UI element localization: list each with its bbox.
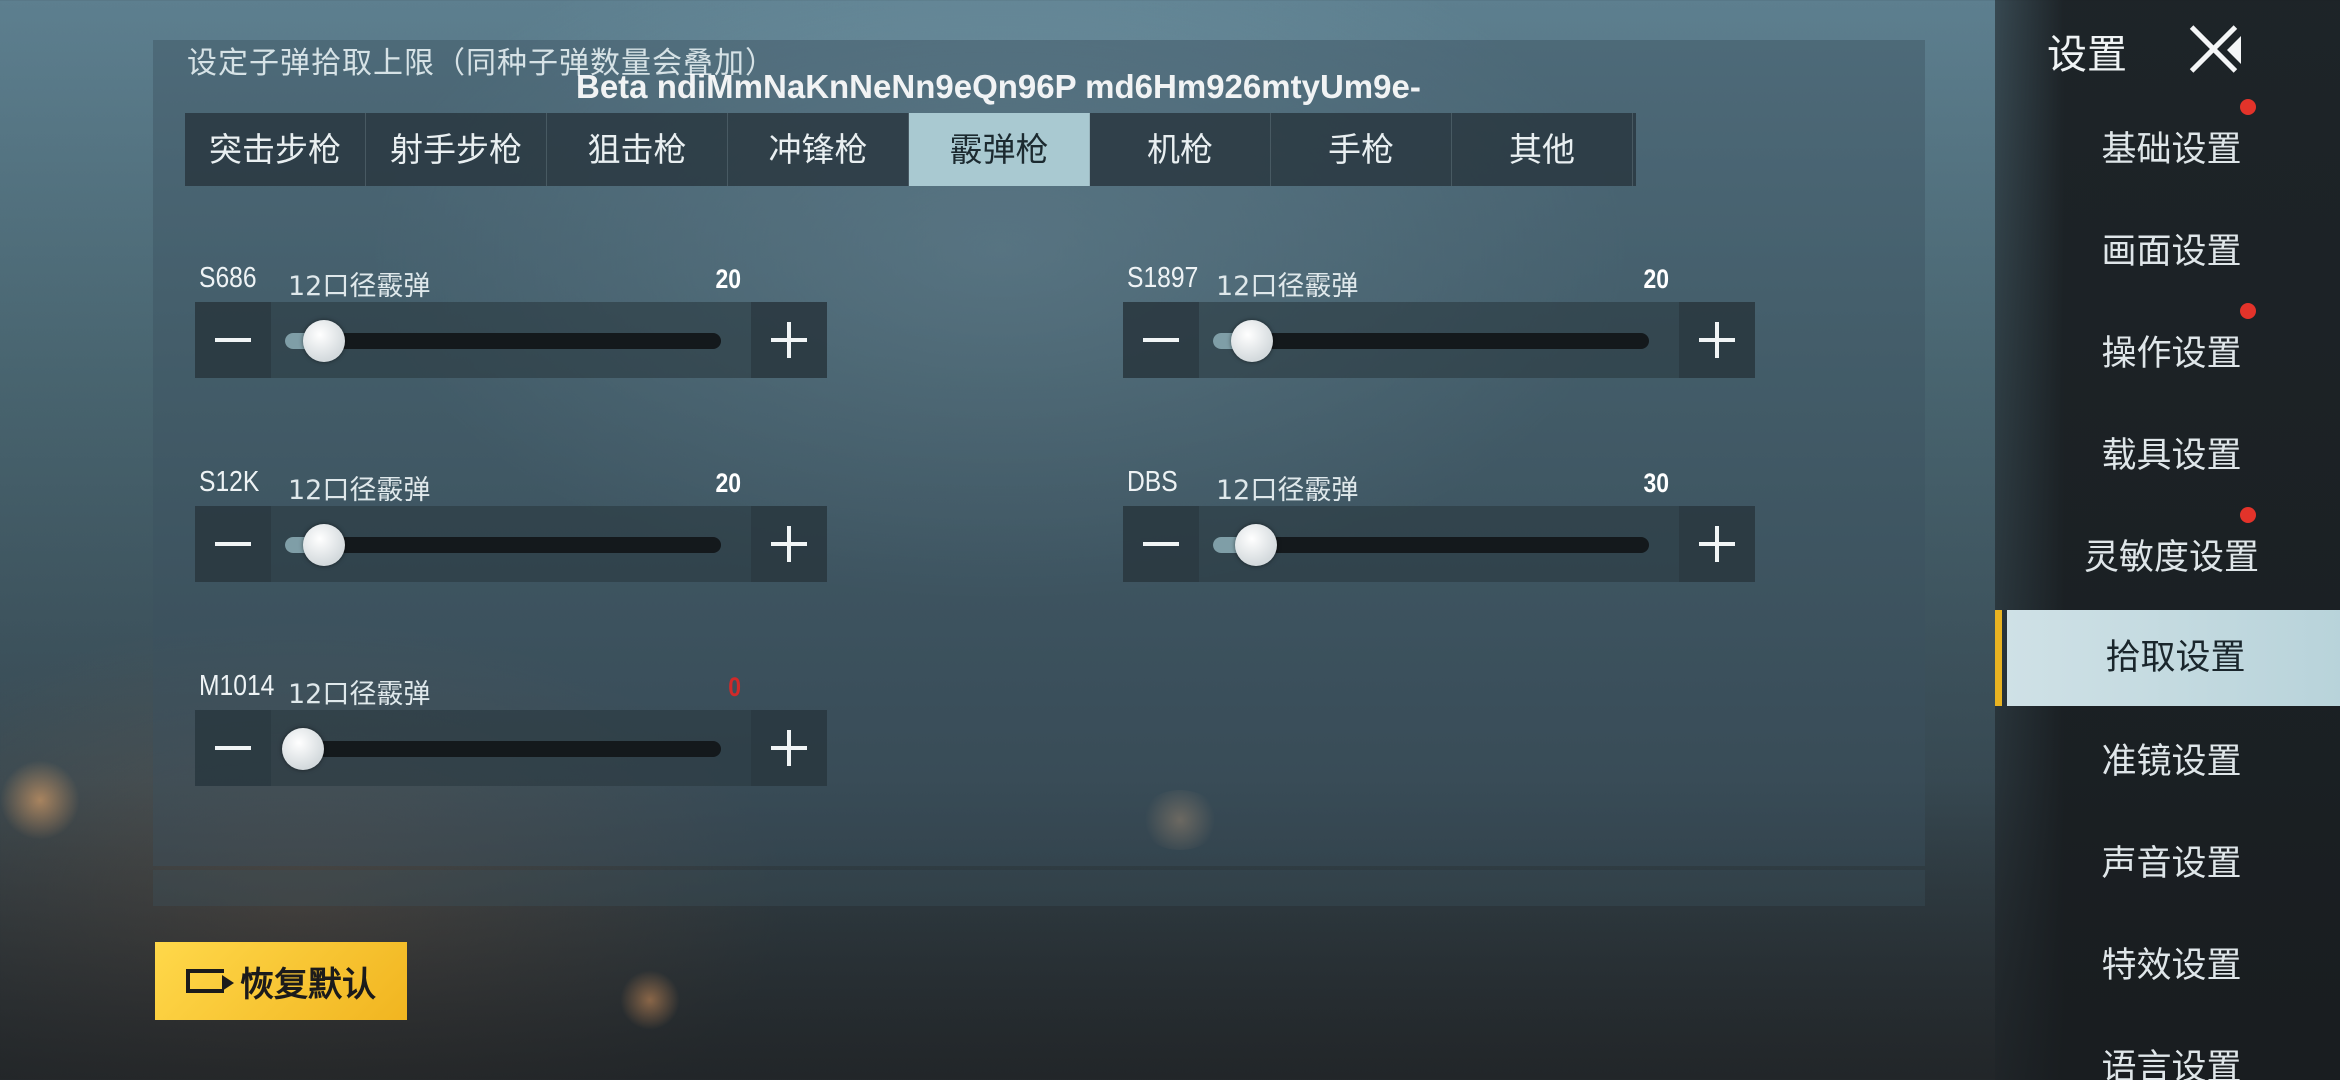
sidebar-item-basic[interactable]: 基础设置 bbox=[2003, 102, 2340, 198]
panel-bottom-strip bbox=[153, 870, 1925, 906]
minus-icon bbox=[215, 542, 251, 546]
ammo-type: 12口径霰弹 bbox=[1216, 475, 1359, 506]
ammo-type: 12口径霰弹 bbox=[288, 475, 431, 506]
weapon-setting-s686: S686 12口径霰弹 20 bbox=[185, 262, 827, 392]
pickup-limit-value: 20 bbox=[715, 264, 741, 294]
pickup-limit-value: 30 bbox=[1643, 468, 1669, 498]
collapse-arrow-icon bbox=[2227, 36, 2241, 64]
sidebar-item-controls[interactable]: 操作设置 bbox=[2003, 306, 2340, 402]
ammo-type: 12口径霰弹 bbox=[288, 271, 431, 302]
weapon-name: S1897 bbox=[1127, 262, 1199, 294]
decrease-button[interactable] bbox=[1123, 302, 1199, 378]
sidebar-item-effects[interactable]: 特效设置 bbox=[2003, 918, 2340, 1014]
plus-icon-vertical bbox=[1715, 322, 1719, 358]
weapon-setting-dbs: DBS 12口径霰弹 30 bbox=[1113, 466, 1755, 596]
tab-sniper-rifle[interactable]: 狙击枪 bbox=[547, 113, 728, 186]
sidebar-item-vehicle[interactable]: 载具设置 bbox=[2003, 408, 2340, 504]
weapon-category-tabs: 突击步枪 射手步枪 狙击枪 冲锋枪 霰弹枪 机枪 手枪 其他 bbox=[185, 113, 1636, 186]
slider-thumb[interactable] bbox=[302, 320, 345, 362]
weapon-name: S12K bbox=[199, 466, 260, 498]
pickup-limit-slider[interactable] bbox=[285, 537, 721, 553]
settings-sidebar: 设置 基础设置 画面设置 操作设置 载具设置 灵敏度设置 拾取设置 准镜设置 声… bbox=[1995, 0, 2340, 1080]
weapon-name: S686 bbox=[199, 262, 257, 294]
sidebar-item-scope[interactable]: 准镜设置 bbox=[2003, 714, 2340, 810]
increase-button[interactable] bbox=[751, 302, 827, 378]
background-light bbox=[0, 760, 80, 840]
decrease-button[interactable] bbox=[195, 506, 271, 582]
weapon-name: DBS bbox=[1127, 466, 1178, 498]
minus-icon bbox=[1143, 338, 1179, 342]
increase-button[interactable] bbox=[1679, 302, 1755, 378]
pickup-limit-value: 0 bbox=[728, 672, 741, 702]
plus-icon-vertical bbox=[1715, 526, 1719, 562]
pickup-limit-slider[interactable] bbox=[1213, 537, 1649, 553]
beta-watermark: Beta ndiMmNaKnNeNn9eQn96P md6Hm926mtyUm9… bbox=[576, 68, 1421, 105]
weapon-setting-s12k: S12K 12口径霰弹 20 bbox=[185, 466, 827, 596]
slider-thumb[interactable] bbox=[1235, 524, 1278, 566]
pickup-limit-slider[interactable] bbox=[1213, 333, 1649, 349]
increase-button[interactable] bbox=[751, 506, 827, 582]
plus-icon-vertical bbox=[787, 322, 791, 358]
increase-button[interactable] bbox=[751, 710, 827, 786]
restore-default-label: 恢复默认 bbox=[240, 964, 376, 1005]
ammo-type: 12口径霰弹 bbox=[1216, 271, 1359, 302]
close-button[interactable] bbox=[2185, 22, 2241, 78]
slider-thumb[interactable] bbox=[1230, 320, 1273, 362]
decrease-button[interactable] bbox=[195, 710, 271, 786]
sidebar-item-language[interactable]: 语言设置 bbox=[2003, 1020, 2340, 1080]
sidebar-item-graphics[interactable]: 画面设置 bbox=[2003, 204, 2340, 300]
increase-button[interactable] bbox=[1679, 506, 1755, 582]
decrease-button[interactable] bbox=[195, 302, 271, 378]
plus-icon-vertical bbox=[787, 730, 791, 766]
slider-thumb[interactable] bbox=[282, 728, 324, 770]
tab-assault-rifle[interactable]: 突击步枪 bbox=[185, 113, 366, 186]
sidebar-item-pickup[interactable]: 拾取设置 bbox=[1995, 610, 2340, 706]
restore-icon bbox=[186, 969, 234, 993]
background-light bbox=[620, 970, 680, 1030]
pickup-limit-value: 20 bbox=[715, 468, 741, 498]
decrease-button[interactable] bbox=[1123, 506, 1199, 582]
weapon-setting-s1897: S1897 12口径霰弹 20 bbox=[1113, 262, 1755, 392]
tab-shotgun[interactable]: 霰弹枪 bbox=[909, 113, 1090, 186]
tab-other[interactable]: 其他 bbox=[1452, 113, 1633, 186]
tab-pistol[interactable]: 手枪 bbox=[1271, 113, 1452, 186]
pickup-limit-value: 20 bbox=[1643, 264, 1669, 294]
slider-thumb[interactable] bbox=[302, 524, 345, 566]
restore-default-button[interactable]: 恢复默认 bbox=[155, 942, 407, 1020]
ammo-type: 12口径霰弹 bbox=[288, 679, 431, 710]
plus-icon-vertical bbox=[787, 526, 791, 562]
pickup-limit-slider[interactable] bbox=[285, 741, 721, 757]
sidebar-item-sensitivity[interactable]: 灵敏度设置 bbox=[2003, 510, 2340, 606]
weapon-name: M1014 bbox=[199, 670, 275, 702]
minus-icon bbox=[1143, 542, 1179, 546]
tab-machine-gun[interactable]: 机枪 bbox=[1090, 113, 1271, 186]
pickup-limit-slider[interactable] bbox=[285, 333, 721, 349]
minus-icon bbox=[215, 746, 251, 750]
minus-icon bbox=[215, 338, 251, 342]
weapon-setting-m1014: M1014 12口径霰弹 0 bbox=[185, 670, 827, 800]
settings-title: 设置 bbox=[2047, 32, 2127, 78]
tab-smg[interactable]: 冲锋枪 bbox=[728, 113, 909, 186]
sidebar-item-audio[interactable]: 声音设置 bbox=[2003, 816, 2340, 912]
tab-marksman-rifle[interactable]: 射手步枪 bbox=[366, 113, 547, 186]
